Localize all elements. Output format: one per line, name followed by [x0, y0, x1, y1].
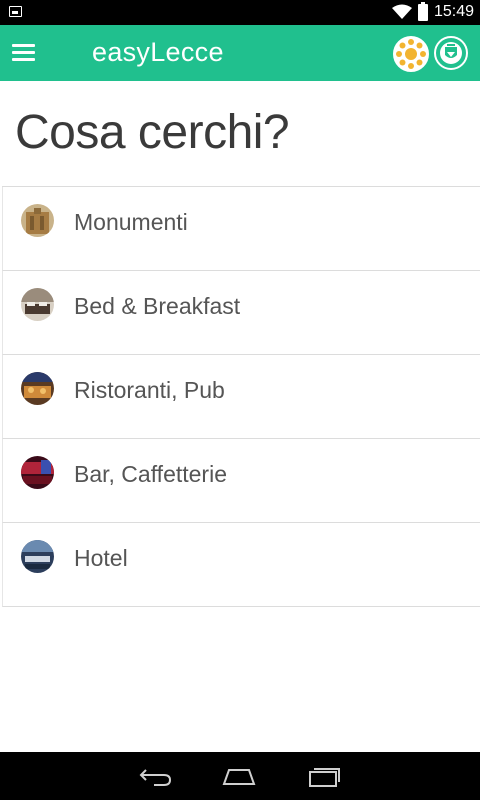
- back-icon[interactable]: [138, 764, 174, 788]
- list-item-label: Hotel: [74, 545, 128, 571]
- page-title: Cosa cerchi?: [15, 106, 290, 159]
- sun-logo[interactable]: [393, 36, 429, 72]
- status-bar: 15:49: [0, 0, 480, 25]
- list-item-label: Ristoranti, Pub: [74, 377, 225, 403]
- recent-apps-icon[interactable]: [306, 764, 342, 788]
- sun-logo-graphic: [396, 39, 426, 69]
- app-bar: easyLecce: [0, 25, 480, 81]
- list-item-monumenti[interactable]: Monumenti: [2, 187, 480, 271]
- monument-thumbnail: [21, 204, 54, 237]
- list-item-bed-breakfast[interactable]: Bed & Breakfast: [2, 271, 480, 355]
- coat-of-arms-logo[interactable]: [434, 36, 468, 70]
- clock: 15:49: [434, 3, 475, 20]
- coat-of-arms-graphic: [440, 42, 462, 64]
- bar-thumbnail: [21, 456, 54, 489]
- list-item-label: Bed & Breakfast: [74, 293, 241, 319]
- battery-icon: [418, 2, 428, 21]
- notification-icon: [9, 6, 22, 17]
- restaurant-thumbnail: [21, 372, 54, 405]
- home-icon[interactable]: [221, 764, 257, 788]
- hotel-thumbnail: [21, 540, 54, 573]
- list-item-label: Monumenti: [74, 209, 188, 235]
- category-list: Monumenti Bed & Breakfast Ristoranti, Pu…: [2, 186, 480, 607]
- list-item-ristoranti-pub[interactable]: Ristoranti, Pub: [2, 355, 480, 439]
- list-item-hotel[interactable]: Hotel: [2, 523, 480, 607]
- menu-icon[interactable]: [12, 43, 36, 63]
- app-title: easyLecce: [92, 37, 224, 67]
- bedroom-thumbnail: [21, 288, 54, 321]
- list-item-bar-caffetterie[interactable]: Bar, Caffetterie: [2, 439, 480, 523]
- wifi-icon: [392, 4, 412, 19]
- list-item-label: Bar, Caffetterie: [74, 461, 227, 487]
- system-nav-bar: [0, 752, 480, 800]
